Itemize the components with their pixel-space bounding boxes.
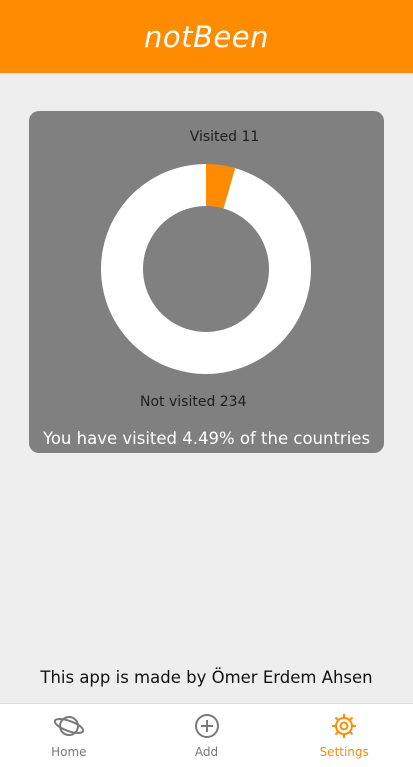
not-visited-label: Not visited 234: [140, 394, 247, 410]
app-credit: This app is made by Ömer Erdem Ahsen: [40, 668, 373, 687]
tab-home[interactable]: Home: [0, 704, 138, 767]
visited-label: Visited 11: [189, 129, 260, 145]
app-title: notBeen: [144, 19, 269, 54]
tab-add[interactable]: Add: [138, 704, 276, 767]
visited-summary: You have visited 4.49% of the countries: [42, 429, 371, 448]
tab-home-label: Home: [51, 745, 87, 759]
donut-slice-not-visited: [101, 164, 311, 374]
tab-settings-label: Settings: [319, 745, 369, 759]
add-circle-icon: [194, 714, 219, 738]
app-header: notBeen: [0, 0, 413, 73]
stats-card: Visited 11 Not visited 234 You have visi…: [29, 111, 384, 453]
bottom-tab-bar: Home Add Settings: [0, 703, 413, 767]
visited-donut-chart: [101, 164, 311, 374]
tab-settings[interactable]: Settings: [275, 704, 413, 767]
gear-icon: [332, 714, 357, 738]
planet-icon: [53, 716, 85, 736]
tab-add-label: Add: [194, 745, 219, 759]
